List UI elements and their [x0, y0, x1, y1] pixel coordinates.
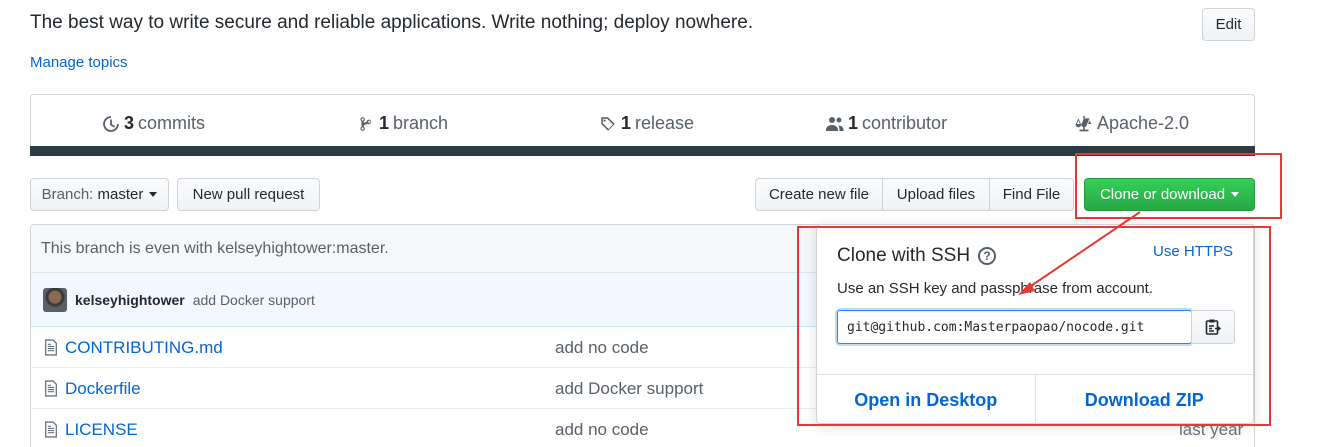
download-zip-button[interactable]: Download ZIP	[1034, 375, 1254, 425]
manage-topics-link[interactable]: Manage topics	[30, 54, 128, 71]
branch-label: branch	[393, 113, 449, 133]
contributors-stat[interactable]: 1 contributor	[826, 113, 947, 134]
language-bar	[30, 146, 1255, 156]
file-commit-message[interactable]: add Docker support	[555, 379, 703, 399]
people-icon	[826, 116, 844, 131]
file-commit-message[interactable]: add no code	[555, 338, 649, 358]
law-icon	[1075, 115, 1092, 131]
open-in-desktop-button[interactable]: Open in Desktop	[817, 375, 1035, 425]
use-https-link[interactable]: Use HTTPS	[1153, 243, 1233, 260]
file-name[interactable]: CONTRIBUTING.md	[65, 338, 223, 358]
release-label: release	[635, 113, 695, 133]
history-icon	[103, 115, 119, 132]
clone-label: Clone or download	[1099, 186, 1226, 203]
tag-icon	[601, 116, 615, 131]
clone-popover-title: Clone with SSH ?	[837, 245, 997, 267]
contributor-count: 1	[848, 113, 859, 133]
clone-popover-footer: Open in Desktop Download ZIP	[817, 374, 1253, 425]
clone-download-button[interactable]: Clone or download	[1084, 178, 1255, 211]
commit-author[interactable]: kelseyhightower	[75, 292, 185, 308]
question-icon[interactable]: ?	[978, 247, 997, 265]
file-icon	[45, 421, 57, 438]
file-icon	[45, 380, 57, 397]
edit-description-button[interactable]: Edit	[1202, 8, 1255, 41]
clone-popover-subtitle: Use an SSH key and passphrase from accou…	[837, 280, 1153, 297]
clone-popover: Clone with SSH ? Use HTTPS Use an SSH ke…	[816, 224, 1254, 425]
branch-count: 1	[379, 113, 390, 133]
commits-stat[interactable]: 3 commits	[102, 113, 205, 134]
repo-description: The best way to write secure and reliabl…	[30, 12, 754, 33]
commits-label: commits	[138, 113, 206, 133]
avatar[interactable]	[43, 287, 67, 312]
chevron-down-icon	[149, 192, 158, 197]
file-icon	[45, 339, 57, 356]
chevron-down-icon	[1231, 192, 1240, 197]
branch-prefix: Branch:	[41, 186, 94, 203]
branch-icon	[360, 116, 372, 131]
contributor-label: contributor	[862, 113, 948, 133]
commits-count: 3	[124, 113, 135, 133]
ssh-url-input[interactable]	[837, 310, 1192, 344]
license-label: Apache-2.0	[1097, 113, 1190, 133]
upload-files-button[interactable]: Upload files	[882, 178, 990, 211]
branch-name: master	[97, 186, 144, 203]
commit-message[interactable]: add Docker support	[193, 292, 315, 308]
find-file-button[interactable]: Find File	[989, 178, 1074, 211]
branches-stat[interactable]: 1 branch	[357, 113, 448, 134]
releases-stat[interactable]: 1 release	[599, 113, 694, 134]
create-file-button[interactable]: Create new file	[755, 178, 883, 211]
file-commit-message[interactable]: add no code	[555, 420, 649, 440]
file-name[interactable]: Dockerfile	[65, 379, 141, 399]
license-stat[interactable]: Apache-2.0	[1075, 113, 1189, 134]
new-pull-request-button[interactable]: New pull request	[177, 178, 320, 211]
clone-title-text: Clone with SSH	[837, 245, 971, 266]
clipboard-icon	[1205, 319, 1221, 335]
release-count: 1	[621, 113, 632, 133]
copy-url-button[interactable]	[1191, 310, 1235, 344]
branch-select-button[interactable]: Branch: master	[30, 178, 169, 211]
file-name[interactable]: LICENSE	[65, 420, 138, 440]
